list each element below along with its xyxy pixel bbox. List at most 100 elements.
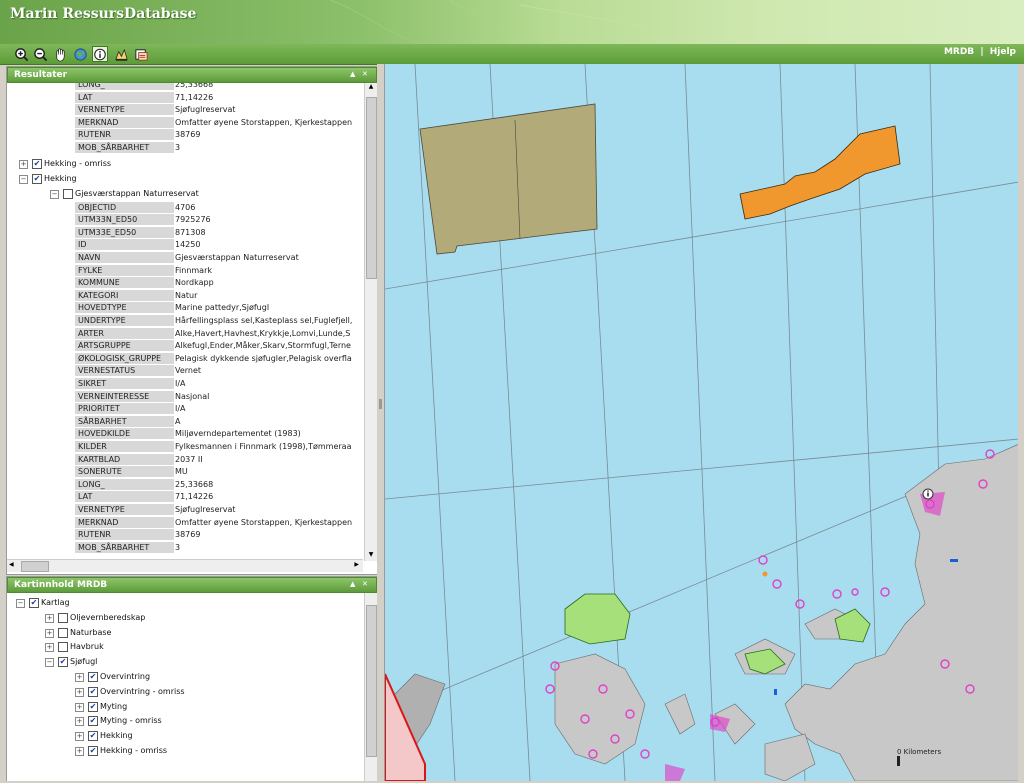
expand-toggle-icon[interactable]: +: [75, 732, 84, 742]
layer-checkbox[interactable]: ✔: [58, 657, 68, 668]
scroll-right-icon[interactable]: ▶: [354, 561, 359, 568]
zoom-out-icon[interactable]: [32, 46, 48, 62]
blue-marker: [950, 559, 958, 562]
close-layers-icon[interactable]: ✕: [362, 580, 370, 588]
scroll-thumb[interactable]: [366, 97, 377, 279]
attr-value: 38769: [175, 130, 201, 140]
tan-protected-area[interactable]: [419, 103, 598, 255]
layer-checkbox[interactable]: ✔: [29, 598, 39, 608]
attr-key: SONERUTE: [75, 466, 174, 478]
collapse-toggle-icon[interactable]: −: [45, 658, 54, 668]
attr-value: Fylkesmannen i Finnmark (1998),Tømmeraa: [175, 442, 352, 451]
expand-toggle-icon[interactable]: +: [45, 628, 54, 638]
app-title: Marin RessursDatabase: [10, 6, 197, 22]
layers-tree: − ✔ Kartlag + Oljevernberedskap + Naturbase + Ha…: [7, 593, 363, 781]
results-vertical-scrollbar[interactable]: ▲ ▼: [364, 83, 377, 561]
scale-bar-label: 0 Kilometers: [897, 748, 942, 756]
toolbar: MRDB | Hjelp: [0, 44, 1024, 65]
green-area-1[interactable]: [564, 593, 631, 645]
attr-value: 3: [175, 542, 181, 552]
layer-checkbox[interactable]: ✔: [32, 173, 42, 184]
feature-checkbox[interactable]: [63, 188, 73, 199]
attr-value: I/A: [175, 404, 186, 414]
scroll-left-icon[interactable]: ◀: [9, 561, 14, 568]
mrdb-link[interactable]: MRDB: [944, 47, 974, 57]
attr-key: LONG_: [75, 478, 174, 490]
layers-vertical-scrollbar[interactable]: [364, 593, 377, 781]
expand-toggle-icon[interactable]: +: [45, 643, 54, 653]
globe-icon[interactable]: [72, 46, 88, 62]
attr-key: MERKNAD: [75, 116, 174, 128]
expand-toggle-icon[interactable]: +: [75, 687, 84, 697]
attr-value: Gjesværstappan Naturreservat: [175, 253, 299, 262]
top-links: MRDB | Hjelp: [944, 47, 1016, 57]
scroll-up-icon[interactable]: ▲: [366, 83, 376, 93]
panel-splitter[interactable]: [377, 64, 384, 781]
attr-value: 4706: [175, 202, 196, 212]
results-horizontal-scrollbar[interactable]: ◀ ▶: [7, 559, 363, 572]
attr-key: PRIORITET: [75, 403, 174, 415]
collapse-layers-icon[interactable]: ▲: [350, 580, 358, 588]
attr-value: Omfatter øyene Storstappen, Kjerkestappe…: [175, 517, 353, 527]
collapse-toggle-icon[interactable]: −: [19, 174, 28, 184]
layer-checkbox[interactable]: ✔: [88, 686, 98, 697]
layer-checkbox[interactable]: ✔: [88, 746, 98, 756]
map-canvas[interactable]: [385, 64, 1019, 781]
splitter-grip[interactable]: [379, 399, 382, 409]
attr-key: KILDER: [75, 441, 174, 452]
collapse-panel-icon[interactable]: ▲: [350, 70, 358, 78]
pan-hand-icon[interactable]: [52, 46, 68, 62]
results-panel-header: Resultater ▲ ✕: [7, 67, 377, 83]
attr-value: 871308: [175, 227, 206, 237]
layer-label: Kartlag: [41, 598, 70, 607]
attr-key: MOB_SÅRBARHET: [75, 142, 174, 153]
layer-checkbox[interactable]: ✔: [88, 731, 98, 742]
expand-toggle-icon[interactable]: +: [75, 702, 84, 712]
attr-key: MERKNAD: [75, 516, 174, 528]
collapse-toggle-icon[interactable]: −: [50, 189, 59, 199]
layer-label: Hekking: [100, 731, 133, 741]
expand-toggle-icon[interactable]: +: [19, 159, 28, 169]
layer-checkbox[interactable]: ✔: [88, 701, 98, 712]
feature-label: Gjesværstappan Naturreservat: [75, 188, 199, 198]
layer-label: Overvintring: [100, 672, 151, 681]
expand-toggle-icon[interactable]: +: [75, 717, 84, 727]
close-panel-icon[interactable]: ✕: [362, 70, 370, 78]
expand-toggle-icon[interactable]: +: [45, 613, 54, 623]
attr-value: Finnmark: [175, 265, 212, 275]
attr-value: 2037 II: [175, 454, 203, 464]
layer-checkbox[interactable]: ✔: [88, 716, 98, 727]
scale-bar-tick: [897, 756, 900, 766]
layer-label: Havbruk: [70, 642, 104, 652]
layer-label: Sjøfugl: [70, 657, 98, 667]
layer-checkbox[interactable]: ✔: [88, 672, 98, 682]
attr-key: LAT: [75, 91, 174, 103]
link-separator: |: [980, 47, 984, 57]
layer-checkbox[interactable]: ✔: [32, 158, 42, 169]
orange-area[interactable]: [739, 125, 901, 220]
attr-key: SÅRBARHET: [75, 415, 174, 427]
map-view[interactable]: 0 Kilometers: [384, 64, 1019, 781]
layer-checkbox[interactable]: [58, 612, 68, 623]
expand-toggle-icon[interactable]: +: [75, 747, 84, 756]
identify-marker[interactable]: [922, 488, 934, 500]
attr-key: RUTENR: [75, 529, 174, 541]
help-link[interactable]: Hjelp: [990, 47, 1016, 57]
layer-checkbox[interactable]: [58, 642, 68, 653]
scroll-down-icon[interactable]: ▼: [366, 551, 376, 561]
collapse-toggle-icon[interactable]: −: [16, 599, 25, 608]
layer-checkbox[interactable]: [58, 627, 68, 638]
attr-value: Nordkapp: [175, 278, 214, 288]
info-icon[interactable]: [92, 46, 108, 62]
print-icon[interactable]: [133, 46, 149, 62]
results-panel: Resultater ▲ ✕ LONG_ 25,33668 LAT 71,14226 V…: [6, 66, 378, 575]
layers-scroll-thumb[interactable]: [366, 605, 377, 757]
layers-panel: Kartinnhold MRDB ▲ ✕ − ✔ Kartlag + Oljevernb…: [6, 576, 378, 783]
attr-value: Miljøverndepartementet (1983): [175, 429, 301, 439]
layer-label: Myting - omriss: [100, 716, 162, 726]
measure-icon[interactable]: [113, 46, 129, 62]
zoom-in-icon[interactable]: [13, 46, 29, 62]
expand-toggle-icon[interactable]: +: [75, 673, 84, 682]
h-scroll-thumb[interactable]: [21, 561, 49, 572]
attr-key: ID: [75, 239, 174, 251]
